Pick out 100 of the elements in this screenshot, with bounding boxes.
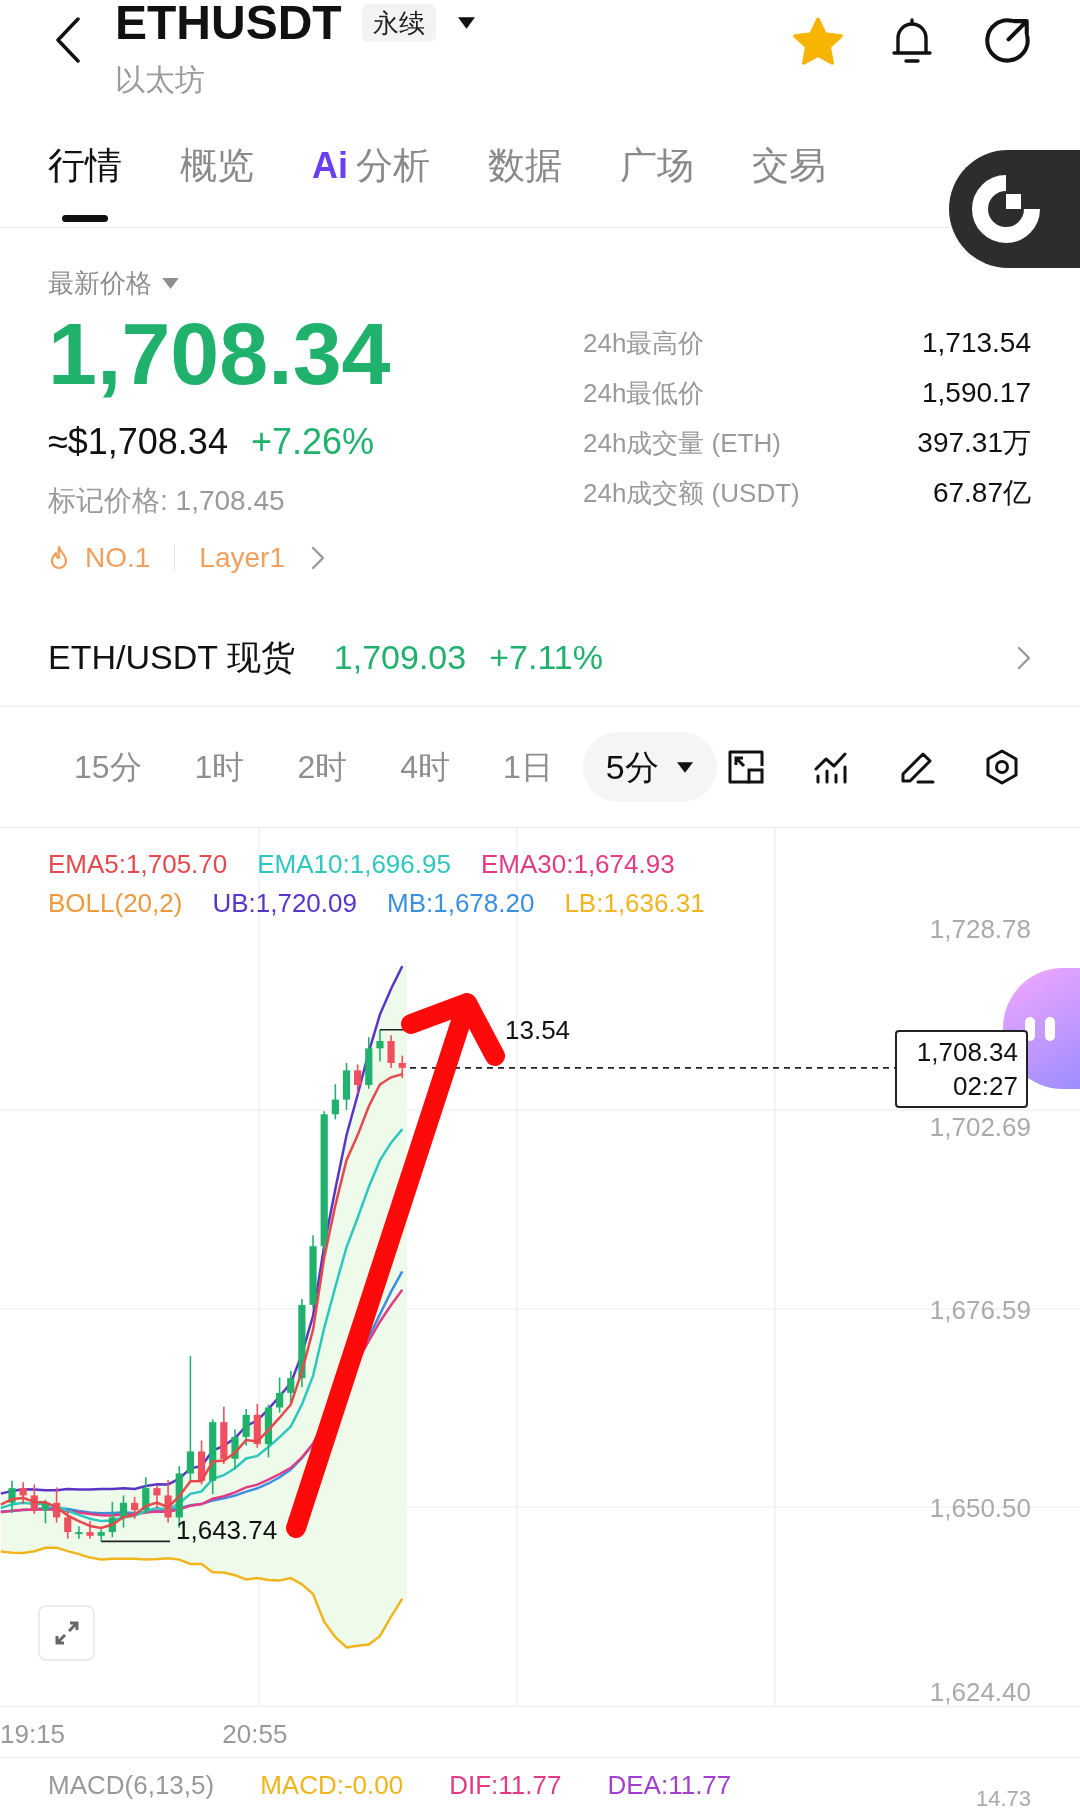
candle [331,1083,339,1121]
axis-label: 1,676.59 [929,1295,1031,1325]
low-price-label: 1,643.74 [176,1517,278,1544]
candle [19,1481,27,1506]
tag-link[interactable]: NO.1 [85,541,151,575]
interval-dropdown[interactable]: 5分 [582,732,717,802]
interval-tab[interactable]: 2时 [297,747,348,787]
stat-label: 24h成交额 (USDT) [583,476,800,510]
candle [108,1501,116,1539]
indicator-value: MACD(6,13,5) [48,1769,215,1801]
candle [142,1476,150,1515]
candle [197,1439,206,1486]
indicator-value: BOLL(20,2) [48,887,183,920]
spot-change: +7.11% [489,637,603,678]
indicator-value: DEA:11.77 [607,1769,732,1801]
tab[interactable]: 交易 [752,143,826,222]
price-label: 最新价格 [48,268,152,298]
axis-label: 1,650.50 [929,1493,1031,1523]
candle [86,1520,94,1540]
caret-icon [676,761,693,773]
symbol-title: ETHUSDT [115,0,342,46]
tab[interactable]: 概览 [180,143,254,222]
star-icon[interactable] [793,17,843,65]
ring-logo-icon [971,174,1041,244]
chevron-right-icon[interactable] [1017,645,1031,670]
spot-price: 1,709.03 [333,637,467,678]
indicator-value: EMA30:1,674.93 [480,848,675,881]
ai-label: Ai [312,144,348,188]
tag-price: 1,708.34 [916,1035,1018,1069]
candle [342,1062,351,1111]
candle [253,1403,261,1449]
tab[interactable]: 行情 [48,143,122,222]
indicator-value: DIF:11.77 [449,1769,562,1801]
spot-pair-label[interactable]: ETH/USDT 现货 [48,632,295,683]
share-icon[interactable] [985,18,1031,64]
indicator-value: MB:1,678.20 [386,887,535,920]
candle [8,1480,16,1514]
tab[interactable]: 广场 [620,143,694,222]
tag-link[interactable]: Layer1 [199,541,285,575]
caret-icon [457,17,475,29]
candle [242,1408,250,1447]
candle [153,1484,161,1510]
stat-value: 1,713.54 [922,326,1031,360]
caret-icon [162,277,179,289]
stat-value: 397.31万 [917,426,1031,460]
picture-in-picture-icon[interactable] [726,748,765,786]
stat-label: 24h最低价 [583,376,705,410]
interval-tab[interactable]: 1日 [503,747,553,787]
candle [398,1054,406,1079]
candle [220,1405,228,1465]
candle [376,1028,384,1063]
usd-price: ≈$1,708.34 [48,422,228,462]
candle [164,1479,172,1524]
mark-price: 标记价格: 1,708.45 [48,484,285,518]
candle [53,1486,61,1524]
candle [287,1370,295,1404]
indicator-value: LB:1,636.31 [564,887,705,920]
expand-icon [53,1620,80,1646]
axis-label: 14.73 [975,1786,1031,1812]
indicator-value: EMA10:1,696.95 [257,848,451,881]
axis-label: 1,728.78 [929,914,1031,944]
flame-icon [48,545,70,571]
candle [231,1428,239,1470]
tab[interactable]: Ai 分析 [312,143,430,222]
high-price-label: 13.54 [505,1014,571,1045]
candle [387,1034,395,1069]
stat-value: 1,590.17 [922,376,1031,410]
candle [354,1063,362,1095]
last-price: 1,708.34 [48,307,391,401]
expand-button[interactable] [38,1605,95,1661]
candle [97,1528,105,1543]
tab[interactable]: 数据 [488,143,562,222]
price-change: +7.26% [250,422,375,462]
candle [75,1525,83,1540]
interval-tab[interactable]: 1时 [194,747,245,787]
asset-name: 以太坊 [115,62,206,98]
interval-tab[interactable]: 4时 [400,747,450,787]
candle [276,1376,284,1414]
candle [119,1494,128,1529]
candle [365,1036,373,1090]
candle [264,1403,273,1459]
countdown: 02:27 [952,1069,1018,1103]
indicator-value: MACD:-0.00 [260,1769,404,1801]
candle [64,1509,72,1540]
indicator-value: UB:1,720.09 [212,887,357,920]
candle [131,1496,139,1520]
bell-icon[interactable] [891,17,933,65]
back-icon[interactable] [55,17,81,63]
stat-value: 67.87亿 [932,476,1031,510]
leader-line [100,1540,171,1543]
axis-label: 1,702.69 [929,1112,1031,1142]
chevron-right-icon[interactable] [311,546,325,570]
floating-logo-button[interactable] [949,150,1080,268]
axis-label: 19:15 [0,1719,66,1749]
interval-tab[interactable]: 15分 [74,747,142,787]
axis-label: 20:55 [222,1719,288,1749]
contract-type-badge: 永续 [361,4,436,42]
stat-label: 24h成交量 (ETH) [583,426,781,460]
candle [30,1483,38,1515]
candle [41,1499,50,1525]
